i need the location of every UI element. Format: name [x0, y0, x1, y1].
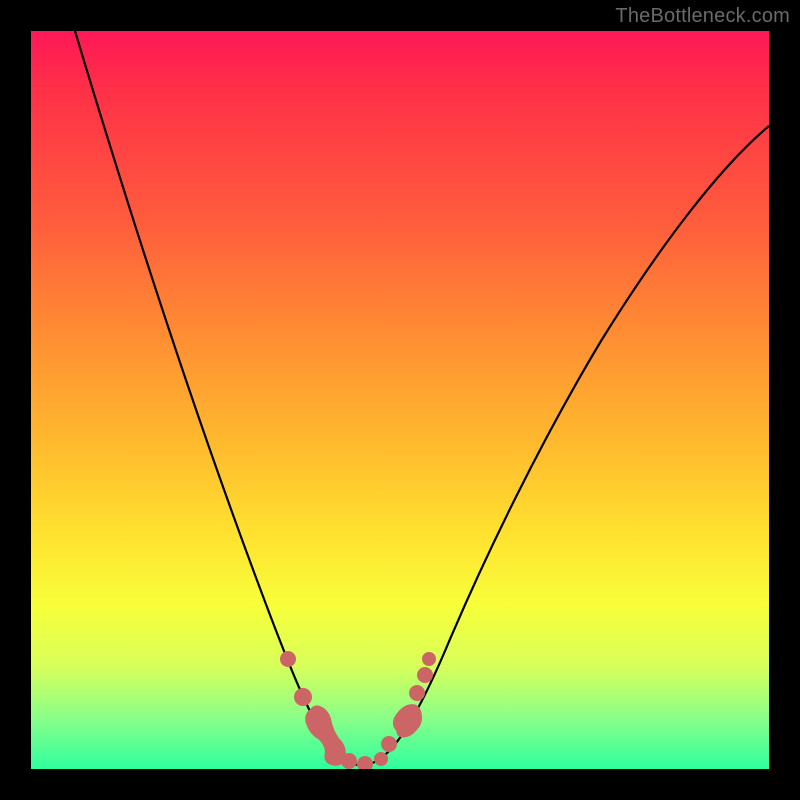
marker-dot	[422, 652, 436, 666]
bottleneck-curve	[75, 31, 769, 765]
marker-dot	[357, 756, 373, 769]
bottleneck-curve-svg	[31, 31, 769, 769]
chart-plot-area	[31, 31, 769, 769]
marker-dot	[409, 685, 425, 701]
curve-markers	[280, 651, 436, 769]
marker-dot	[381, 736, 397, 752]
marker-dot	[341, 753, 357, 769]
marker-cluster	[306, 706, 346, 765]
marker-dot	[280, 651, 296, 667]
marker-dot	[294, 688, 312, 706]
marker-dot	[374, 752, 388, 766]
marker-cluster	[393, 705, 421, 737]
watermark-text: TheBottleneck.com	[615, 5, 790, 28]
outer-frame: TheBottleneck.com	[0, 0, 800, 800]
marker-dot	[417, 667, 433, 683]
